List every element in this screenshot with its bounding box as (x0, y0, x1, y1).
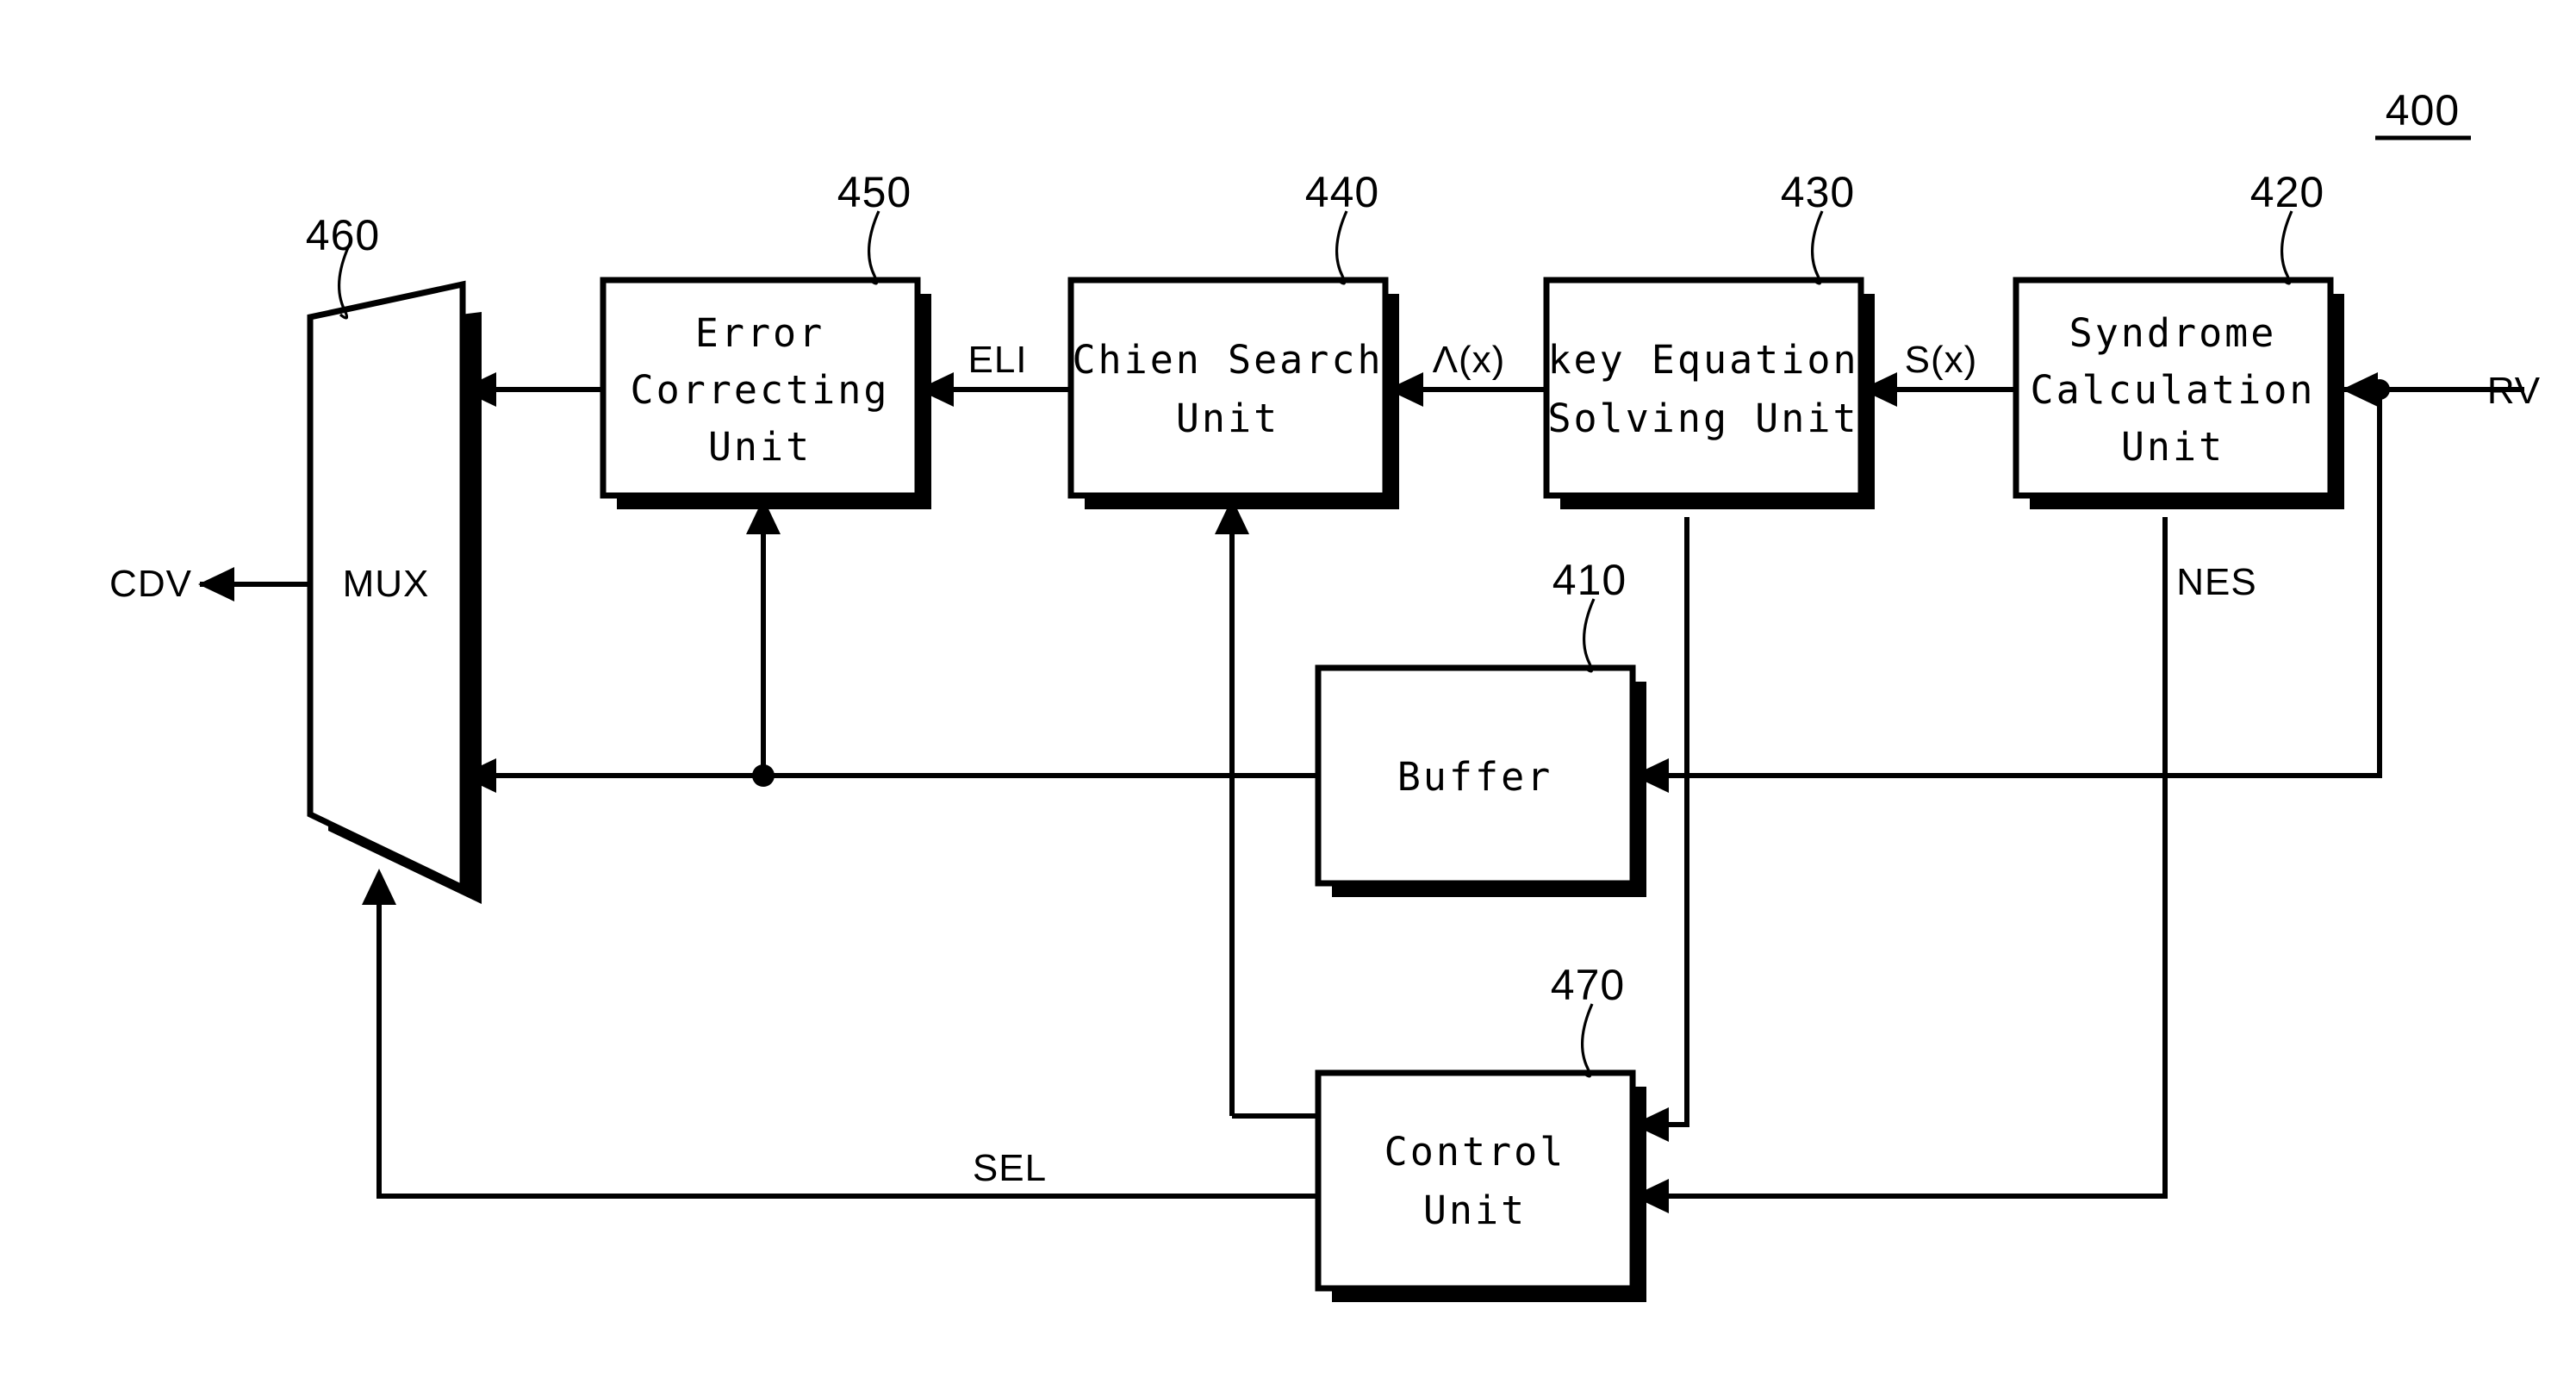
leader-410 (1582, 598, 1596, 673)
chien-search-unit-body[interactable] (1067, 277, 1389, 499)
signal-label-sel: SEL (973, 1147, 1047, 1189)
signal-label-eli: ELI (968, 339, 1027, 381)
control-unit[interactable]: Control Unit (1315, 1069, 1646, 1302)
figure-number: 400 (2386, 86, 2460, 134)
wire-nes-to-control (1634, 517, 2168, 1199)
signal-label-sx: S(x) (1905, 339, 1978, 381)
syndrome-calculation-unit[interactable]: Syndrome Calculation Unit (2013, 277, 2344, 509)
error-correcting-unit-label-line2: Correcting (631, 367, 890, 413)
chien-search-unit[interactable]: Chien Search Unit (1067, 277, 1399, 509)
signal-label-lambda-x: Λ(x) (1433, 339, 1506, 381)
key-equation-solving-unit[interactable]: key Equation Solving Unit (1543, 277, 1875, 509)
leader-430 (1810, 210, 1824, 285)
mux-label: MUX (343, 563, 430, 605)
key-equation-solving-unit-label-line1: key Equation (1547, 337, 1858, 383)
control-unit-body[interactable] (1315, 1069, 1636, 1292)
ref-440: 440 (1305, 168, 1379, 216)
chien-search-unit-label-line2: Unit (1176, 396, 1279, 441)
buffer[interactable]: Buffer (1315, 664, 1646, 897)
syndrome-calculation-unit-label-line2: Calculation (2030, 367, 2315, 413)
arrowhead-cdv (198, 567, 234, 602)
arrowhead-sel-into-mux (362, 869, 396, 905)
control-unit-label-line1: Control (1384, 1129, 1566, 1175)
key-equation-solving-unit-label-line2: Solving Unit (1547, 396, 1858, 441)
signal-label-cdv: CDV (109, 563, 192, 605)
syndrome-calculation-unit-label-line1: Syndrome (2069, 310, 2277, 356)
error-correcting-unit-label-line1: Error (695, 310, 824, 356)
ref-450: 450 (837, 168, 912, 216)
ref-460: 460 (306, 211, 380, 259)
ref-420: 420 (2250, 168, 2324, 216)
buffer-label: Buffer (1397, 754, 1553, 800)
ref-430: 430 (1781, 168, 1855, 216)
wire-sel-to-mux (376, 888, 1318, 1199)
chien-search-unit-label-line1: Chien Search (1072, 337, 1383, 383)
error-correcting-unit[interactable]: Error Correcting Unit (600, 277, 931, 509)
signal-label-nes: NES (2176, 561, 2256, 603)
leader-450 (867, 210, 880, 285)
leader-440 (1335, 210, 1348, 285)
ref-410: 410 (1552, 556, 1627, 604)
ref-470: 470 (1551, 961, 1625, 1009)
mux[interactable]: MUX (307, 280, 482, 904)
signal-label-rv: RV (2487, 370, 2541, 412)
syndrome-calculation-unit-label-line3: Unit (2121, 424, 2224, 470)
leader-470 (1580, 1003, 1594, 1078)
control-unit-label-line2: Unit (1423, 1187, 1527, 1233)
error-correcting-unit-label-line3: Unit (708, 424, 812, 470)
leader-420 (2280, 210, 2293, 285)
block-diagram-svg: MUX Error Correcting Unit Chien Search U… (109, 86, 2541, 1302)
key-equation-solving-unit-body[interactable] (1543, 277, 1864, 499)
figure-canvas: MUX Error Correcting Unit Chien Search U… (0, 0, 2576, 1390)
